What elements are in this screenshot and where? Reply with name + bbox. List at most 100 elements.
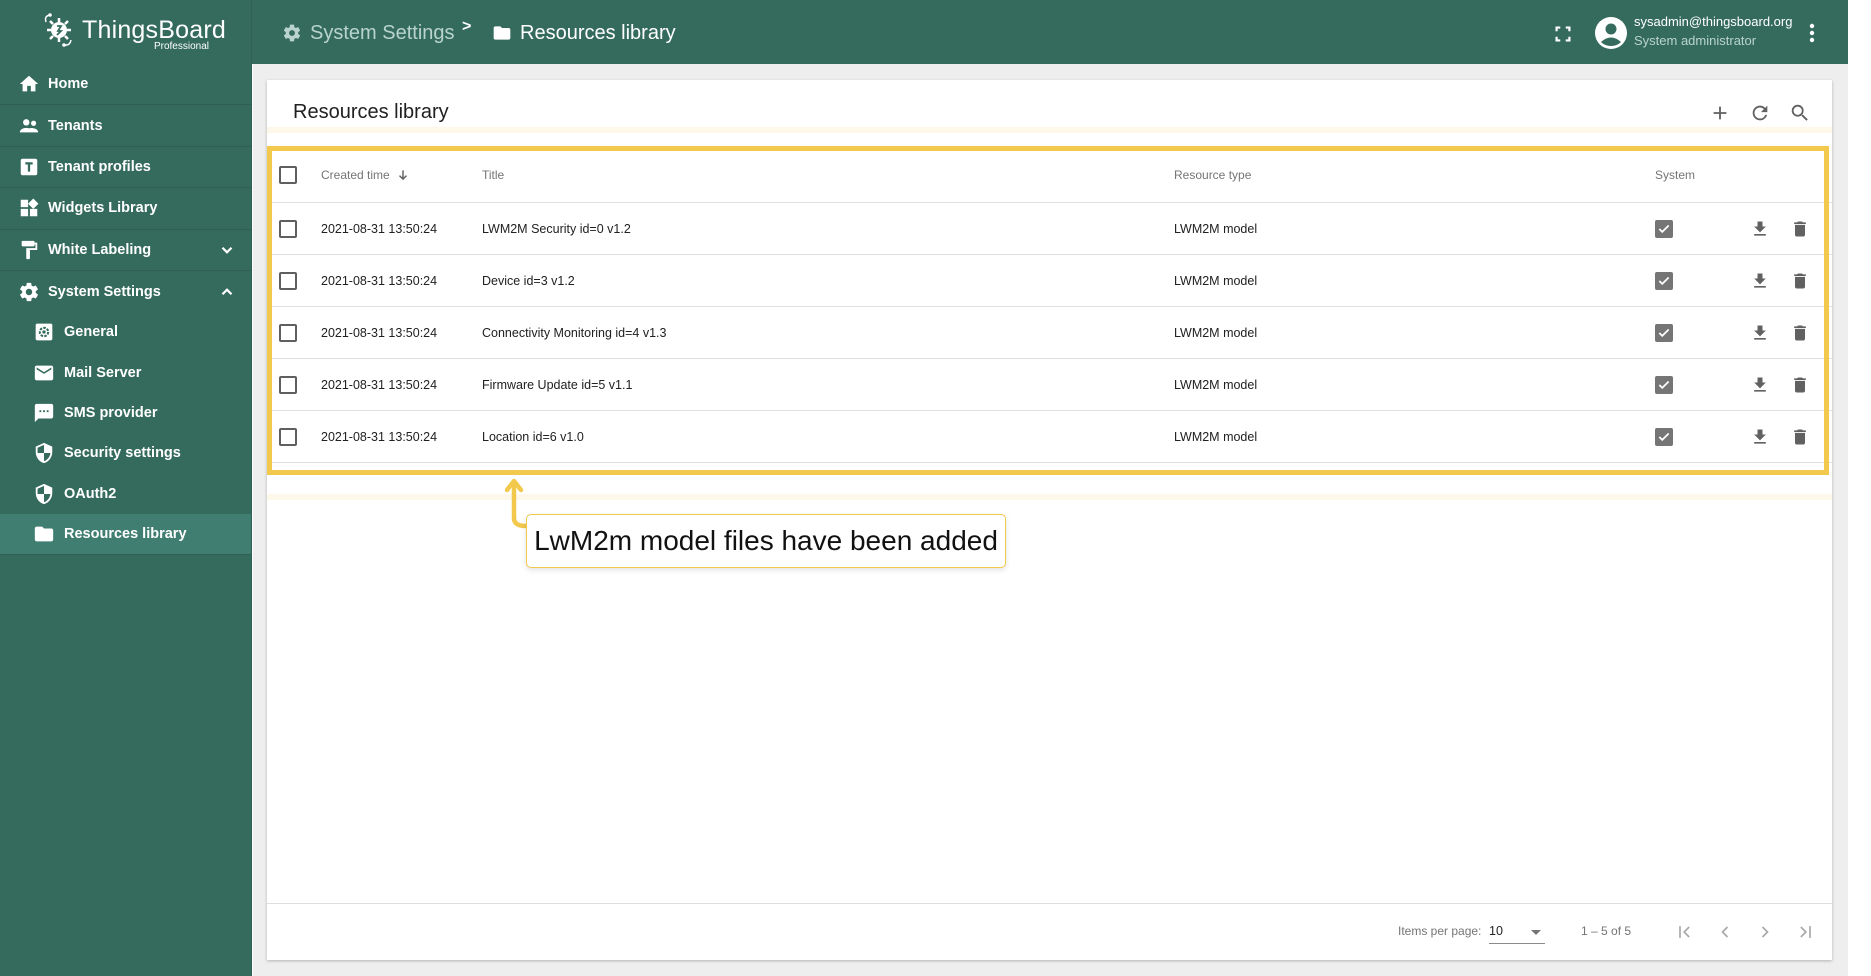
search-button[interactable]	[1788, 101, 1812, 125]
sidebar-item-oauth2[interactable]: OAuth2	[0, 474, 251, 514]
chevron-down-icon[interactable]	[218, 241, 236, 259]
cell-created-time: 2021-08-31 13:50:24	[321, 429, 438, 444]
cell-title: Connectivity Monitoring id=4 v1.3	[482, 325, 667, 340]
paginator: Items per page: 10 1 – 5 of 5	[267, 903, 1832, 960]
dropdown-arrow-icon	[1531, 930, 1541, 935]
cell-resource-type: LWM2M model	[1174, 429, 1258, 444]
sidebar-item-tenants[interactable]: Tenants	[0, 105, 251, 147]
cell-created-time: 2021-08-31 13:50:24	[321, 221, 438, 236]
sidebar-item-mail-server[interactable]: Mail Server	[0, 353, 251, 393]
first-page-button[interactable]	[1673, 920, 1697, 944]
first-page-icon	[1679, 926, 1690, 938]
table-row[interactable]: 2021-08-31 13:50:24 Device id=3 v1.2 LWM2M…	[267, 255, 1832, 307]
last-page-icon	[1800, 926, 1811, 938]
refresh-button[interactable]	[1748, 101, 1772, 125]
chevron-up-icon[interactable]	[218, 283, 236, 301]
cell-system	[1655, 307, 1673, 358]
row-checkbox[interactable]	[279, 323, 297, 342]
sidebar-item-label: Widgets Library	[48, 200, 158, 217]
title-divider	[267, 127, 1832, 133]
sidebar-item-white-labeling[interactable]: White Labeling	[0, 230, 251, 271]
download-button[interactable]	[1748, 203, 1772, 254]
row-select-cell	[279, 359, 297, 410]
download-button[interactable]	[1748, 255, 1772, 306]
table-row[interactable]: 2021-08-31 13:50:24 LWM2M Security id=0 v…	[267, 203, 1832, 255]
column-header-created-time[interactable]: Created time	[321, 147, 410, 202]
table-header: Created time Title Resource type System	[267, 147, 1832, 203]
user-role: System administrator	[1634, 33, 1757, 48]
breadcrumb-label: System Settings	[310, 21, 455, 44]
previous-page-button[interactable]	[1713, 920, 1737, 944]
resources-table: Created time Title Resource type System …	[267, 147, 1832, 463]
download-button[interactable]	[1748, 411, 1772, 462]
delete-button[interactable]	[1788, 203, 1812, 254]
sidebar-item-resources-library[interactable]: Resources library	[0, 513, 251, 555]
more-vert-icon[interactable]	[1804, 22, 1820, 44]
row-checkbox[interactable]	[279, 219, 297, 238]
cell-title: Location id=6 v1.0	[482, 429, 584, 444]
sidebar-item-security-settings[interactable]: Security settings	[0, 433, 251, 473]
last-page-button[interactable]	[1793, 920, 1817, 944]
table-row[interactable]: 2021-08-31 13:50:24 Location id=6 v1.0 LWM…	[267, 411, 1832, 463]
sidebar-item-label: System Settings	[48, 283, 161, 300]
cell-system	[1655, 359, 1673, 410]
download-icon	[1754, 429, 1766, 444]
logo[interactable]: ThingsBoard Professional	[0, 0, 252, 64]
breadcrumb-label: Resources library	[520, 21, 676, 44]
items-per-page-label: Items per page:	[1398, 924, 1482, 938]
row-checkbox[interactable]	[279, 427, 297, 446]
row-checkbox[interactable]	[279, 375, 297, 394]
sidebar-item-general[interactable]: General	[0, 312, 251, 352]
sidebar-item-widgets-library[interactable]: Widgets Library	[0, 188, 251, 230]
fullscreen-icon[interactable]	[1552, 23, 1574, 45]
system-checked-icon	[1655, 219, 1673, 238]
next-page-button[interactable]	[1753, 920, 1777, 944]
folder-icon	[33, 523, 55, 545]
system-checked-icon	[1655, 323, 1673, 342]
download-button[interactable]	[1748, 307, 1772, 358]
gear-icon	[283, 24, 301, 42]
column-header-title[interactable]: Title	[482, 147, 504, 202]
user-email: sysadmin@thingsboard.org	[1634, 14, 1793, 29]
shield-icon	[33, 442, 55, 464]
chevron-right-icon	[1761, 926, 1769, 938]
download-button[interactable]	[1748, 359, 1772, 410]
system-checked-icon	[1655, 375, 1673, 394]
select-all-cell	[279, 147, 297, 202]
sidebar-item-sms-provider[interactable]: SMS provider	[0, 393, 251, 433]
system-checked-icon	[1655, 271, 1673, 290]
column-header-resource-type[interactable]: Resource type	[1174, 147, 1251, 202]
column-header-system[interactable]: System	[1655, 147, 1695, 202]
row-checkbox[interactable]	[279, 271, 297, 290]
sidebar-item-label: OAuth2	[64, 485, 117, 502]
delete-button[interactable]	[1788, 307, 1812, 358]
refresh-icon	[1752, 105, 1768, 121]
delete-button[interactable]	[1788, 359, 1812, 410]
tenants-icon	[18, 115, 40, 137]
trash-icon	[1794, 273, 1806, 288]
cell-title: Firmware Update id=5 v1.1	[482, 377, 633, 392]
delete-button[interactable]	[1788, 255, 1812, 306]
download-icon	[1754, 273, 1766, 288]
add-button[interactable]	[1708, 101, 1732, 125]
resources-card: Resources library Created time Title Res…	[267, 80, 1832, 960]
table-row[interactable]: 2021-08-31 13:50:24 Connectivity Monitori…	[267, 307, 1832, 359]
page-title: Resources library	[293, 101, 449, 123]
sidebar-item-label: Tenant profiles	[48, 158, 151, 175]
breadcrumb-system-settings[interactable]: System Settings	[282, 20, 455, 46]
table-body: 2021-08-31 13:50:24 LWM2M Security id=0 v…	[267, 203, 1832, 463]
table-row[interactable]: 2021-08-31 13:50:24 Firmware Update id=5 …	[267, 359, 1832, 411]
sidebar-item-system-settings[interactable]: System Settings	[0, 271, 251, 312]
search-icon	[1791, 104, 1808, 121]
select-all-checkbox[interactable]	[279, 165, 297, 184]
breadcrumb-separator: >	[462, 18, 472, 35]
shield-icon	[33, 483, 55, 505]
sidebar-item-home[interactable]: Home	[0, 64, 251, 106]
avatar[interactable]	[1595, 17, 1627, 49]
delete-button[interactable]	[1788, 411, 1812, 462]
items-per-page-select[interactable]: 10	[1489, 918, 1545, 944]
sidebar-item-tenant-profiles[interactable]: Tenant profiles	[0, 147, 251, 189]
sidebar-item-label: SMS provider	[64, 405, 158, 422]
sms-icon	[33, 402, 55, 424]
widgets-icon	[18, 197, 40, 219]
